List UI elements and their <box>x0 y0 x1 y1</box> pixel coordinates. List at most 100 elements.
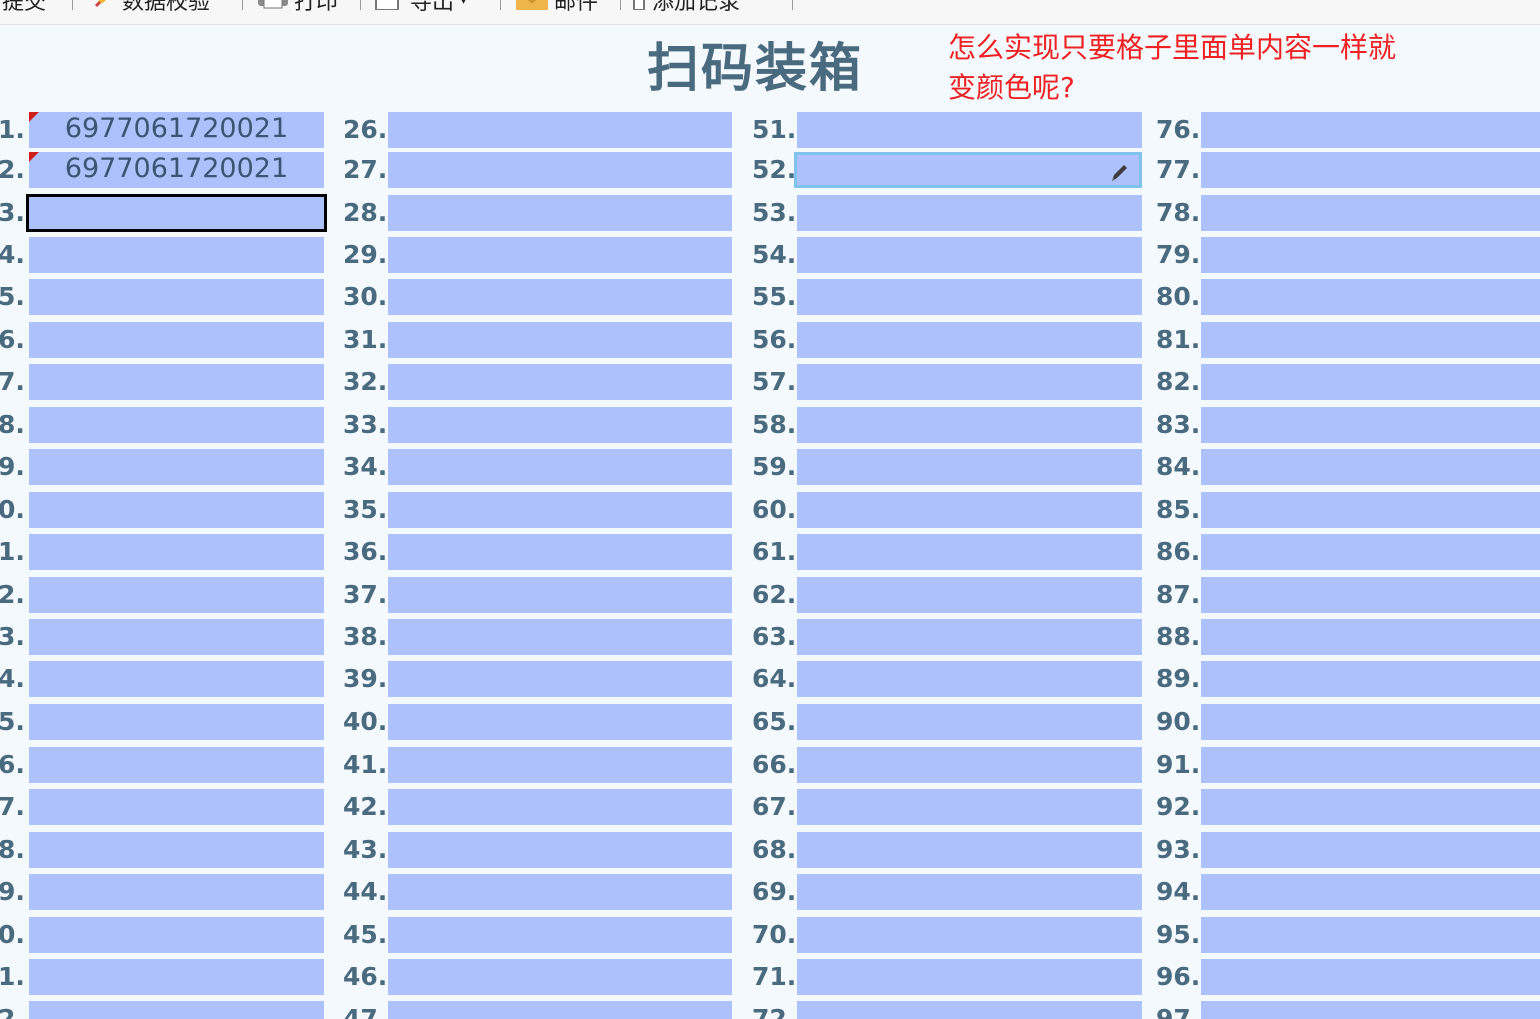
scan-input-cell[interactable] <box>388 874 732 910</box>
scan-input-cell[interactable] <box>29 747 324 783</box>
scan-input-cell[interactable] <box>29 1001 324 1019</box>
scan-input-cell[interactable] <box>797 1001 1142 1019</box>
scan-input-cell[interactable] <box>797 789 1142 825</box>
scan-input-cell[interactable] <box>388 619 732 655</box>
scan-input-cell[interactable] <box>1201 449 1540 485</box>
row-number-label: 1. <box>0 115 25 144</box>
scan-input-cell[interactable] <box>388 237 732 273</box>
scan-input-cell[interactable] <box>1201 407 1540 443</box>
scan-input-cell[interactable] <box>1201 112 1540 148</box>
scan-input-cell[interactable] <box>29 917 324 953</box>
row-number-label: 9. <box>0 452 25 481</box>
row-number-label: 76. <box>1156 115 1201 144</box>
row-number-label: 86. <box>1156 537 1201 566</box>
scan-input-cell[interactable] <box>26 194 327 232</box>
scan-input-cell[interactable] <box>797 832 1142 868</box>
scan-input-cell[interactable] <box>29 322 324 358</box>
scan-input-cell[interactable] <box>797 577 1142 613</box>
scan-input-cell[interactable] <box>388 364 732 400</box>
scan-input-cell[interactable] <box>388 195 732 231</box>
scan-input-cell[interactable] <box>29 407 324 443</box>
scan-input-cell[interactable]: 6977061720021 <box>29 112 324 148</box>
scan-input-cell[interactable] <box>1201 492 1540 528</box>
row-number-label: 83. <box>1156 410 1201 439</box>
scan-input-cell[interactable] <box>388 704 732 740</box>
scan-input-cell[interactable] <box>388 661 732 697</box>
scan-input-cell[interactable] <box>388 112 732 148</box>
scan-input-cell[interactable] <box>388 747 732 783</box>
scan-input-cell[interactable] <box>29 874 324 910</box>
scan-input-cell[interactable] <box>797 492 1142 528</box>
scan-input-cell[interactable] <box>1201 959 1540 995</box>
row-number-label: 0. <box>0 920 25 949</box>
scan-input-cell[interactable] <box>29 237 324 273</box>
scan-input-cell[interactable] <box>29 832 324 868</box>
scan-input-cell[interactable] <box>1201 534 1540 570</box>
scan-input-cell[interactable] <box>29 789 324 825</box>
scan-input-cell[interactable] <box>388 789 732 825</box>
scan-input-cell[interactable] <box>1201 917 1540 953</box>
scan-input-cell[interactable] <box>29 704 324 740</box>
scan-input-cell[interactable] <box>388 449 732 485</box>
scan-input-cell[interactable] <box>794 152 1142 188</box>
scan-input-cell[interactable] <box>1201 577 1540 613</box>
scan-input-cell[interactable] <box>388 407 732 443</box>
scan-input-cell[interactable] <box>797 195 1142 231</box>
scan-input-cell[interactable] <box>797 704 1142 740</box>
scan-input-cell[interactable] <box>797 959 1142 995</box>
scan-input-cell[interactable] <box>1201 152 1540 188</box>
row-number-label: 66. <box>752 750 797 779</box>
scan-input-cell[interactable] <box>797 322 1142 358</box>
scan-input-cell[interactable] <box>1201 704 1540 740</box>
scan-input-cell[interactable] <box>29 492 324 528</box>
scan-input-cell[interactable] <box>1201 874 1540 910</box>
scan-input-cell[interactable] <box>29 619 324 655</box>
scan-input-cell[interactable]: 6977061720021 <box>29 152 324 188</box>
scan-input-cell[interactable] <box>29 661 324 697</box>
scan-input-cell[interactable] <box>1201 1001 1540 1019</box>
scan-input-cell[interactable] <box>1201 789 1540 825</box>
scan-input-cell[interactable] <box>388 492 732 528</box>
scan-input-cell[interactable] <box>797 279 1142 315</box>
scan-input-cell[interactable] <box>29 959 324 995</box>
scan-input-cell[interactable] <box>29 577 324 613</box>
row-number-label: 65. <box>752 707 797 736</box>
scan-input-cell[interactable] <box>1201 747 1540 783</box>
scan-input-cell[interactable] <box>388 279 732 315</box>
scan-input-cell[interactable] <box>388 577 732 613</box>
scan-input-cell[interactable] <box>1201 237 1540 273</box>
scan-input-cell[interactable] <box>29 279 324 315</box>
row-number-label: 64. <box>752 664 797 693</box>
scan-input-cell[interactable] <box>797 364 1142 400</box>
scan-input-cell[interactable] <box>388 152 732 188</box>
scan-input-cell[interactable] <box>388 917 732 953</box>
scan-input-cell[interactable] <box>388 832 732 868</box>
scan-input-cell[interactable] <box>388 322 732 358</box>
pencil-icon <box>1109 159 1129 181</box>
scan-input-cell[interactable] <box>797 534 1142 570</box>
scan-input-cell[interactable] <box>388 959 732 995</box>
scan-input-cell[interactable] <box>1201 322 1540 358</box>
scan-input-cell[interactable] <box>29 534 324 570</box>
scan-input-cell[interactable] <box>797 874 1142 910</box>
scan-input-cell[interactable] <box>1201 364 1540 400</box>
scan-input-cell[interactable] <box>1201 279 1540 315</box>
row-number-label: 8. <box>0 835 25 864</box>
scan-input-cell[interactable] <box>797 747 1142 783</box>
scan-input-cell[interactable] <box>1201 619 1540 655</box>
scan-input-cell[interactable] <box>797 407 1142 443</box>
scan-input-cell[interactable] <box>1201 195 1540 231</box>
scan-input-cell[interactable] <box>797 112 1142 148</box>
scan-input-cell[interactable] <box>797 237 1142 273</box>
scan-input-cell[interactable] <box>29 364 324 400</box>
row-number-label: 37. <box>343 580 388 609</box>
scan-input-cell[interactable] <box>388 1001 732 1019</box>
scan-input-cell[interactable] <box>797 661 1142 697</box>
scan-input-cell[interactable] <box>29 449 324 485</box>
scan-input-cell[interactable] <box>797 449 1142 485</box>
scan-input-cell[interactable] <box>797 917 1142 953</box>
scan-input-cell[interactable] <box>1201 832 1540 868</box>
scan-input-cell[interactable] <box>1201 661 1540 697</box>
scan-input-cell[interactable] <box>797 619 1142 655</box>
scan-input-cell[interactable] <box>388 534 732 570</box>
